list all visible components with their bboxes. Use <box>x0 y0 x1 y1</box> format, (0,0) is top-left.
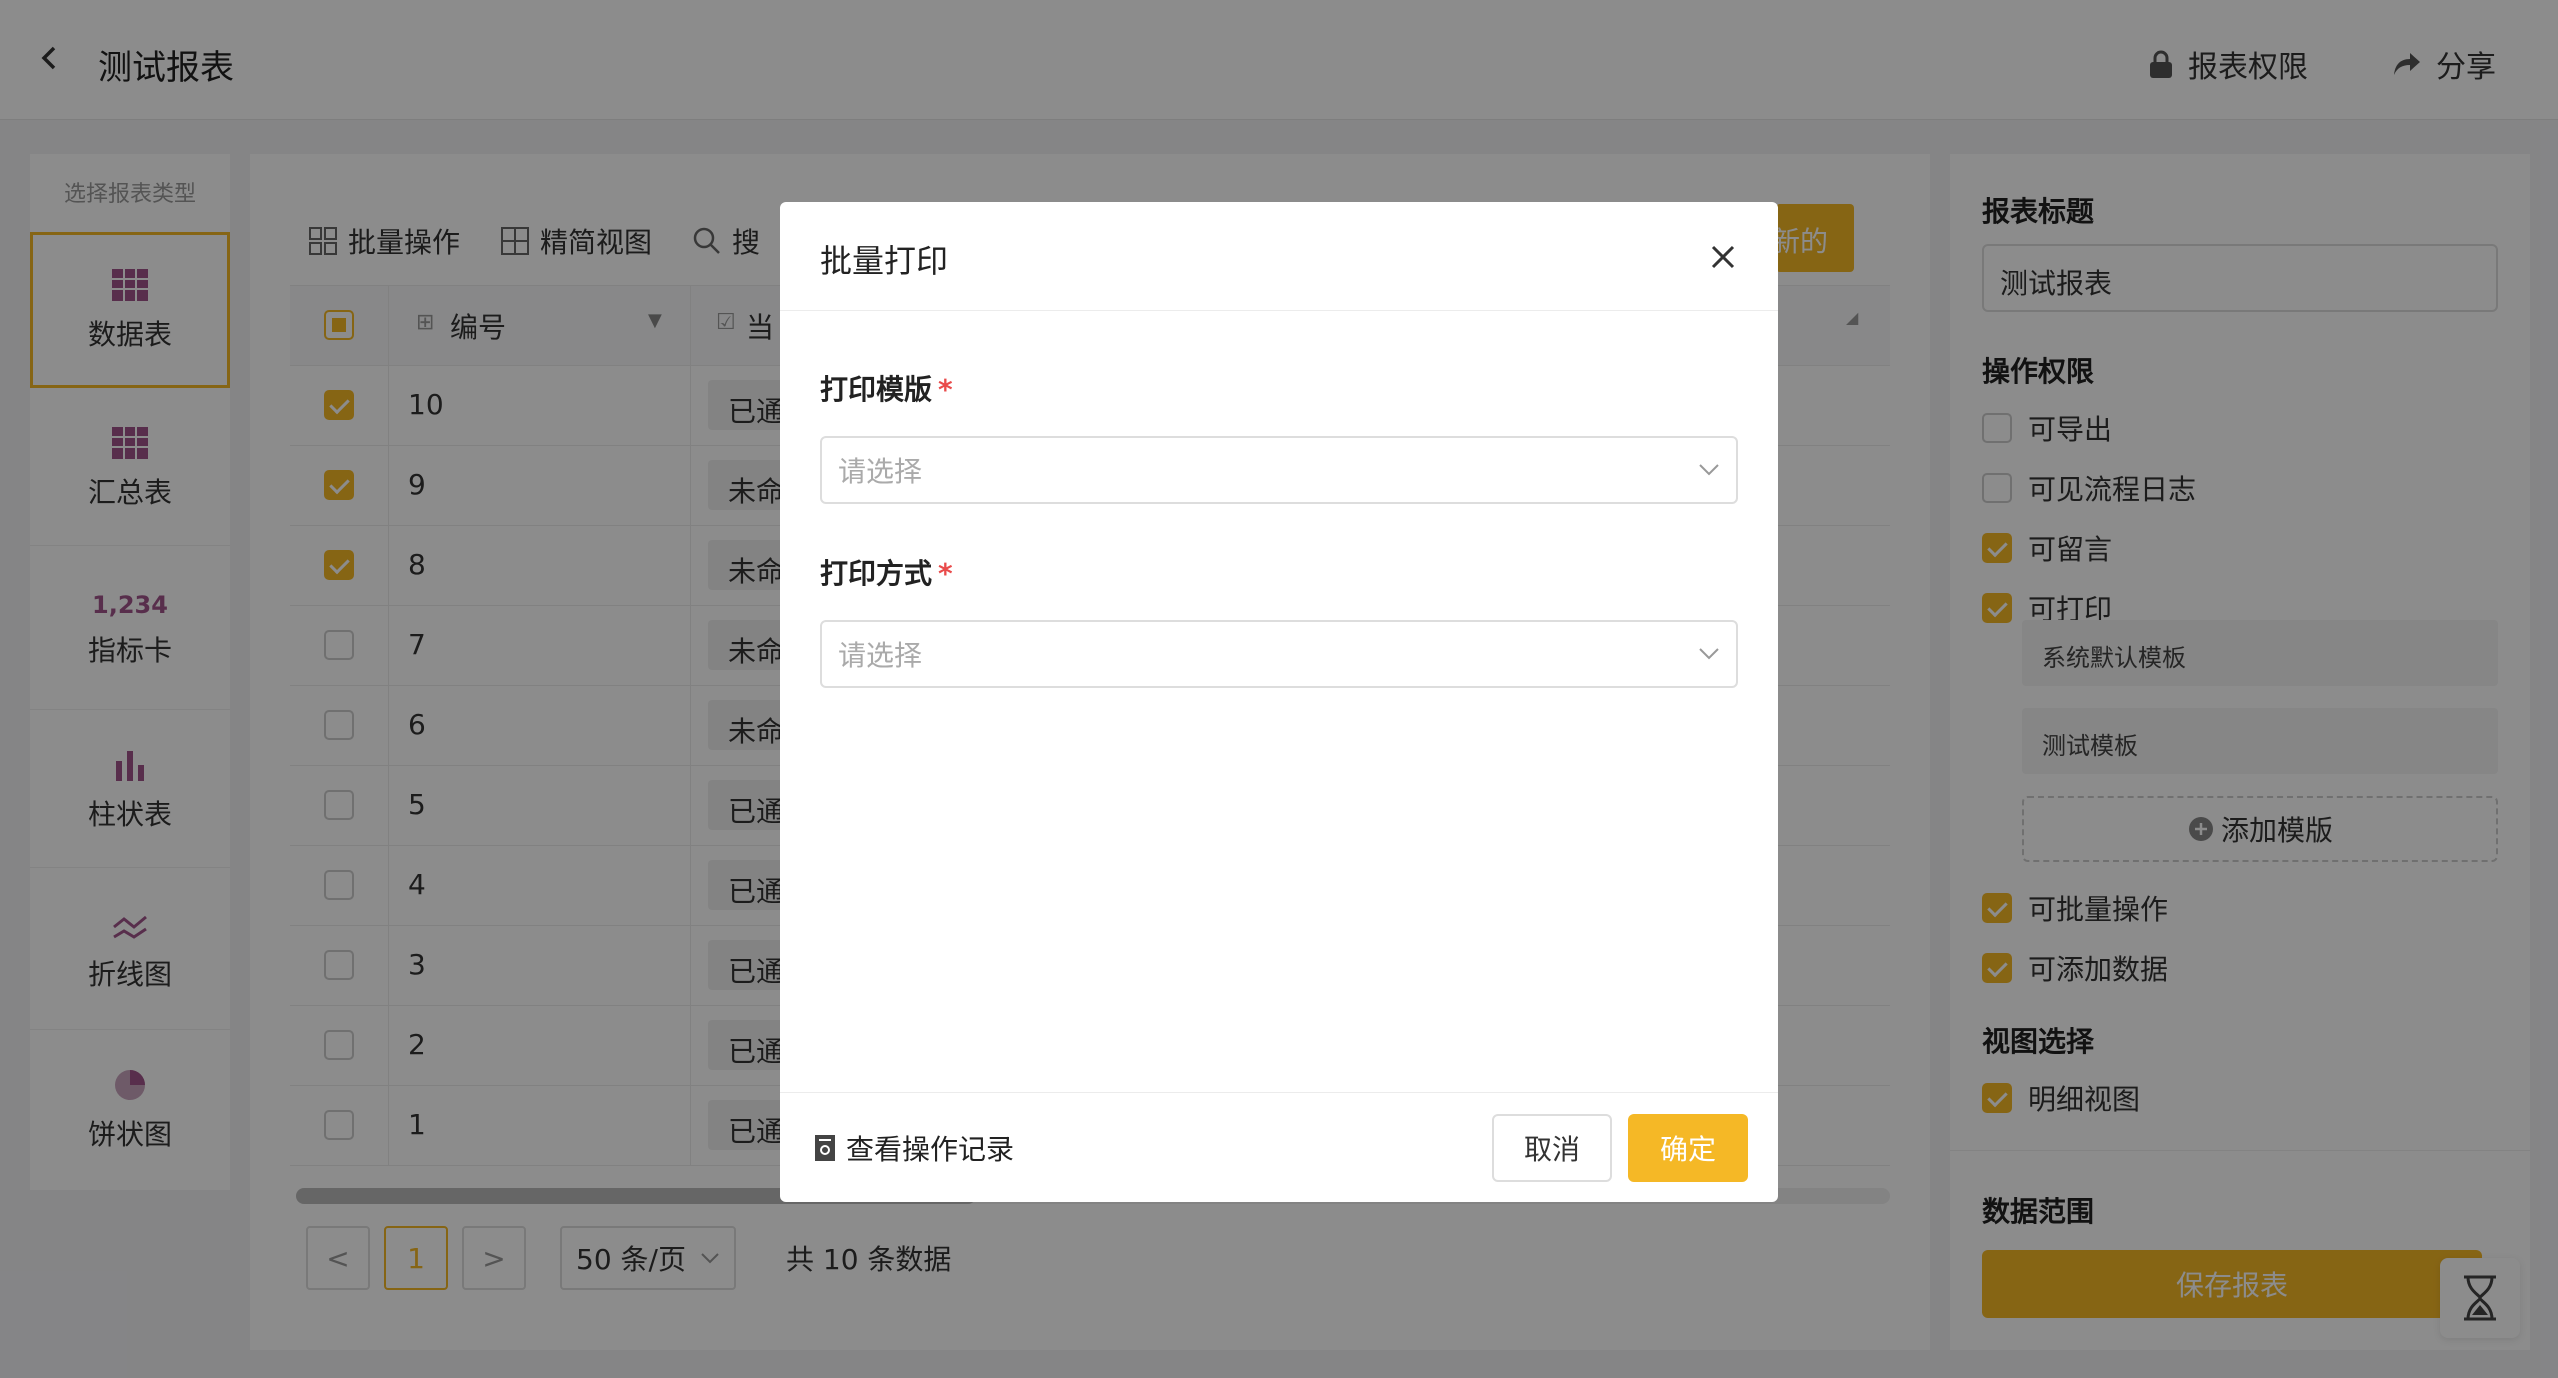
print-mode-label: 打印方式 * <box>820 557 953 590</box>
batch-print-dialog <box>780 202 1778 1202</box>
print-mode-placeholder: 请选择 <box>838 639 923 672</box>
cancel-button[interactable]: 取消 <box>1492 1114 1612 1182</box>
dialog-header-divider <box>780 310 1778 311</box>
dialog-title: 批量打印 <box>820 242 949 280</box>
view-log-link[interactable]: 查看操作记录 <box>814 1128 1014 1168</box>
dialog-footer-divider <box>780 1092 1778 1093</box>
required-mark: * <box>938 557 953 590</box>
chevron-down-icon <box>1699 648 1719 660</box>
print-template-placeholder: 请选择 <box>838 455 923 488</box>
chevron-down-icon <box>1699 464 1719 476</box>
print-template-label: 打印模版 * <box>820 373 953 406</box>
print-mode-select[interactable]: 请选择 <box>820 620 1738 688</box>
confirm-button[interactable]: 确定 <box>1628 1114 1748 1182</box>
required-mark: * <box>938 373 953 406</box>
document-icon <box>815 1135 835 1161</box>
print-template-select[interactable]: 请选择 <box>820 436 1738 504</box>
view-log-label: 查看操作记录 <box>846 1133 1015 1166</box>
close-icon[interactable] <box>1708 242 1738 272</box>
